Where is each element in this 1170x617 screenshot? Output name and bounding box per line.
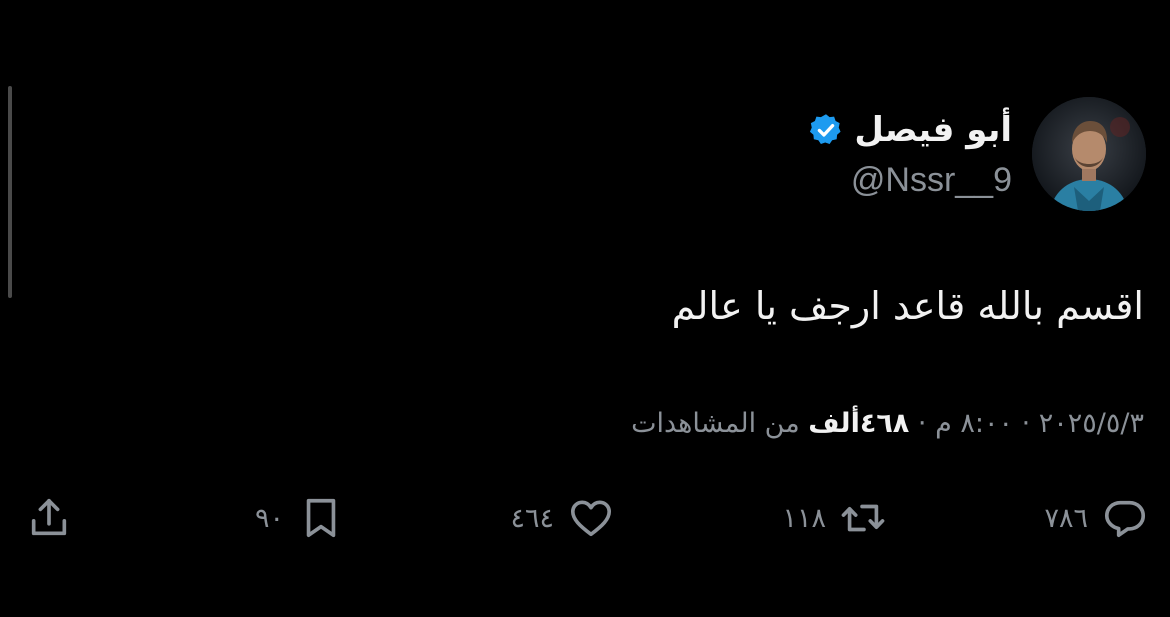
scroll-indicator[interactable] [8,86,12,298]
like-count: ٤٦٤ [510,502,554,534]
share-icon [31,498,67,536]
tweet-date[interactable]: ٢٠٢٥/٥/٣ [1039,408,1144,439]
bookmark-count: ٩٠ [254,502,284,534]
verified-badge-icon [810,114,841,144]
meta-separator: · [1021,408,1031,439]
like-button[interactable]: ٤٦٤ [510,490,614,546]
avatar[interactable] [1032,97,1146,211]
repost-button[interactable]: ١١٨ [782,490,886,546]
reply-count: ٧٨٦ [1044,502,1088,534]
repost-count: ١١٨ [782,502,826,534]
tweet-meta: ٢٠٢٥/٥/٣ · ٨:٠٠ م · ٤٦٨ألف من المشاهدات [631,402,1144,446]
tweet-time[interactable]: ٨:٠٠ م [935,408,1013,439]
tweet-text: اقسم بالله قاعد ارجف يا عالم [671,284,1144,328]
repost-icon [841,504,885,532]
meta-separator: · [917,408,927,439]
like-icon [570,500,612,537]
views-label: من المشاهدات [631,408,800,439]
author-handle[interactable]: @Nssr__9 [851,158,1012,202]
author-display-name[interactable]: أبو فيصل [854,108,1012,152]
reply-button[interactable]: ٧٨٦ [1044,490,1148,546]
reply-icon [1104,500,1146,538]
author-name-row[interactable]: أبو فيصل [808,108,1012,152]
views-count: ٤٦٨ألف [808,408,910,439]
share-button[interactable] [26,490,72,546]
bookmark-button[interactable]: ٩٠ [255,490,344,546]
bookmark-icon [306,498,336,538]
